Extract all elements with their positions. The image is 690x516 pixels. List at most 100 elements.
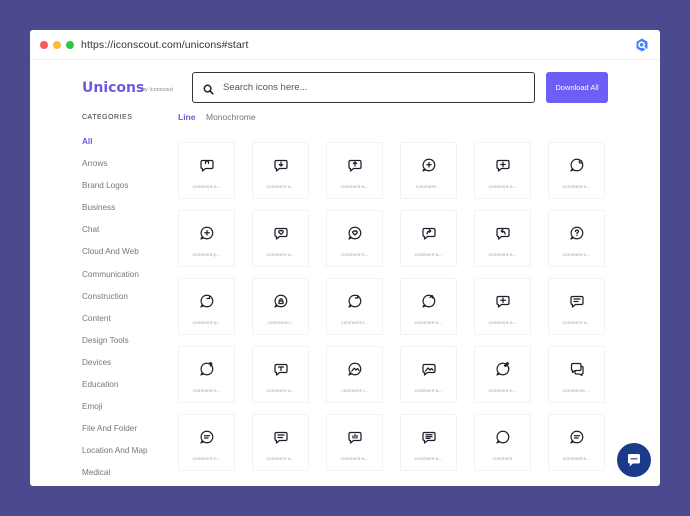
comment-lock-icon bbox=[199, 157, 215, 173]
icon-card[interactable]: comment-a... bbox=[178, 142, 235, 199]
icon-label: comment-e... bbox=[488, 389, 517, 394]
category-cloud-and-web[interactable]: Cloud And Web bbox=[82, 246, 148, 268]
icon-card[interactable]: comment-s... bbox=[178, 346, 235, 403]
comment-alt-lines-icon bbox=[569, 293, 585, 309]
brand-logo[interactable]: Unicons bbox=[82, 80, 144, 96]
icon-label: comment-a... bbox=[266, 185, 295, 190]
icon-card[interactable]: comment-q... bbox=[178, 278, 235, 335]
icon-card[interactable]: comment-a... bbox=[400, 210, 457, 267]
category-communication[interactable]: Communication bbox=[82, 269, 148, 291]
icon-label: comment-p... bbox=[192, 253, 221, 258]
icon-label: comment-a... bbox=[266, 253, 295, 258]
icon-card[interactable]: comment-a... bbox=[400, 414, 457, 471]
icon-card[interactable]: comment-a... bbox=[252, 210, 309, 267]
address-bar-url[interactable]: https://iconscout.com/unicons#start bbox=[81, 39, 249, 51]
icon-card[interactable]: comment-e... bbox=[474, 346, 531, 403]
icon-card[interactable]: comment-n... bbox=[178, 414, 235, 471]
icon-card[interactable]: comment-a... bbox=[326, 414, 383, 471]
category-arrows[interactable]: Arrows bbox=[82, 158, 148, 180]
tab-line[interactable]: Line bbox=[178, 112, 195, 122]
icon-label: comment-a... bbox=[414, 457, 443, 462]
comment-notes-icon bbox=[199, 429, 215, 445]
icon-label: comment-a... bbox=[340, 185, 369, 190]
category-education[interactable]: Education bbox=[82, 379, 148, 401]
icon-card[interactable]: comment-h... bbox=[326, 210, 383, 267]
icon-label: comments-... bbox=[562, 389, 591, 394]
icon-card[interactable]: comments-... bbox=[548, 346, 605, 403]
icon-card[interactable]: comment-r... bbox=[326, 278, 383, 335]
icon-card[interactable]: comment-a... bbox=[474, 142, 531, 199]
icon-card[interactable]: comment-... bbox=[400, 142, 457, 199]
icon-label: comment-h... bbox=[340, 253, 369, 258]
category-construction[interactable]: Construction bbox=[82, 291, 148, 313]
icon-label: comment-a... bbox=[562, 321, 591, 326]
comment-edit-icon bbox=[495, 361, 511, 377]
icon-label: comment-i... bbox=[341, 389, 368, 394]
browser-titlebar: https://iconscout.com/unicons#start bbox=[30, 30, 660, 60]
icon-label: comment-s... bbox=[414, 321, 443, 326]
icon-label: comment-... bbox=[415, 185, 442, 190]
chat-widget-button[interactable] bbox=[617, 443, 651, 477]
icon-card[interactable]: comment-li... bbox=[548, 414, 605, 471]
icon-card[interactable]: comment-i... bbox=[326, 346, 383, 403]
category-content[interactable]: Content bbox=[82, 313, 148, 335]
comment-question-icon bbox=[569, 225, 585, 241]
download-all-button[interactable]: Download All bbox=[546, 72, 608, 103]
browser-logo-icon bbox=[634, 37, 650, 53]
tab-monochrome[interactable]: Monochrome bbox=[206, 112, 256, 122]
chat-bubble-icon bbox=[628, 454, 640, 467]
category-brand-logos[interactable]: Brand Logos bbox=[82, 180, 148, 202]
icon-card[interactable]: comment-a... bbox=[548, 278, 605, 335]
comment-alt-undo-icon bbox=[495, 225, 511, 241]
icon-card[interactable]: comment-a... bbox=[474, 278, 531, 335]
comment-add-icon bbox=[199, 225, 215, 241]
category-business[interactable]: Business bbox=[82, 202, 148, 224]
comment-alt-plus-icon bbox=[495, 157, 511, 173]
icon-card[interactable]: comment-s... bbox=[548, 142, 605, 199]
comment-share-icon bbox=[421, 293, 437, 309]
category-design-tools[interactable]: Design Tools bbox=[82, 335, 148, 357]
close-window-dot[interactable] bbox=[40, 41, 48, 49]
category-location-and-map[interactable]: Location And Map bbox=[82, 445, 148, 467]
icon-card[interactable]: comment-a... bbox=[326, 142, 383, 199]
comment-chart-icon bbox=[347, 429, 363, 445]
icon-label: comment-a... bbox=[414, 253, 443, 258]
icon-label: comment-a... bbox=[414, 389, 443, 394]
category-devices[interactable]: Devices bbox=[82, 357, 148, 379]
category-file-and-folder[interactable]: File And Folder bbox=[82, 423, 148, 445]
maximize-window-dot[interactable] bbox=[66, 41, 74, 49]
minimize-window-dot[interactable] bbox=[53, 41, 61, 49]
icon-card[interactable]: comment-a... bbox=[474, 210, 531, 267]
comment-dot-icon bbox=[569, 157, 585, 173]
search-input[interactable] bbox=[223, 79, 523, 96]
icon-label: comment-a... bbox=[488, 321, 517, 326]
icon-card[interactable]: comment-a... bbox=[400, 346, 457, 403]
category-chat[interactable]: Chat bbox=[82, 224, 148, 246]
comment-plus-icon bbox=[421, 157, 437, 173]
icon-label: comment-s... bbox=[192, 389, 221, 394]
icon-card[interactable]: comment-a... bbox=[252, 414, 309, 471]
comment-alt-redo-icon bbox=[421, 225, 437, 241]
icon-label: comment-a... bbox=[266, 389, 295, 394]
icon-label: comment-s... bbox=[562, 185, 591, 190]
comment-icon bbox=[495, 429, 511, 445]
icon-label: comment-a... bbox=[266, 457, 295, 462]
category-all[interactable]: All bbox=[82, 136, 148, 158]
comment-refresh-icon bbox=[347, 293, 363, 309]
icon-card[interactable]: comment-a... bbox=[252, 142, 309, 199]
search-box[interactable] bbox=[192, 72, 535, 103]
icon-label: comment-a... bbox=[192, 185, 221, 190]
icon-card[interactable]: comment-l... bbox=[252, 278, 309, 335]
icon-card[interactable]: comment-s... bbox=[400, 278, 457, 335]
icon-card[interactable]: comment bbox=[474, 414, 531, 471]
icon-card[interactable]: comment-p... bbox=[178, 210, 235, 267]
icon-label: comment-a... bbox=[488, 253, 517, 258]
icon-card[interactable]: comment-a... bbox=[252, 346, 309, 403]
category-medical[interactable]: Medical bbox=[82, 467, 148, 486]
browser-window: https://iconscout.com/unicons#start Unic… bbox=[30, 30, 660, 486]
comment-lock-alt-icon bbox=[273, 293, 289, 309]
categories-heading: CATEGORIES bbox=[82, 114, 133, 121]
category-emoji[interactable]: Emoji bbox=[82, 401, 148, 423]
comment-alt-info-icon bbox=[495, 293, 511, 309]
icon-card[interactable]: comment-s... bbox=[548, 210, 605, 267]
